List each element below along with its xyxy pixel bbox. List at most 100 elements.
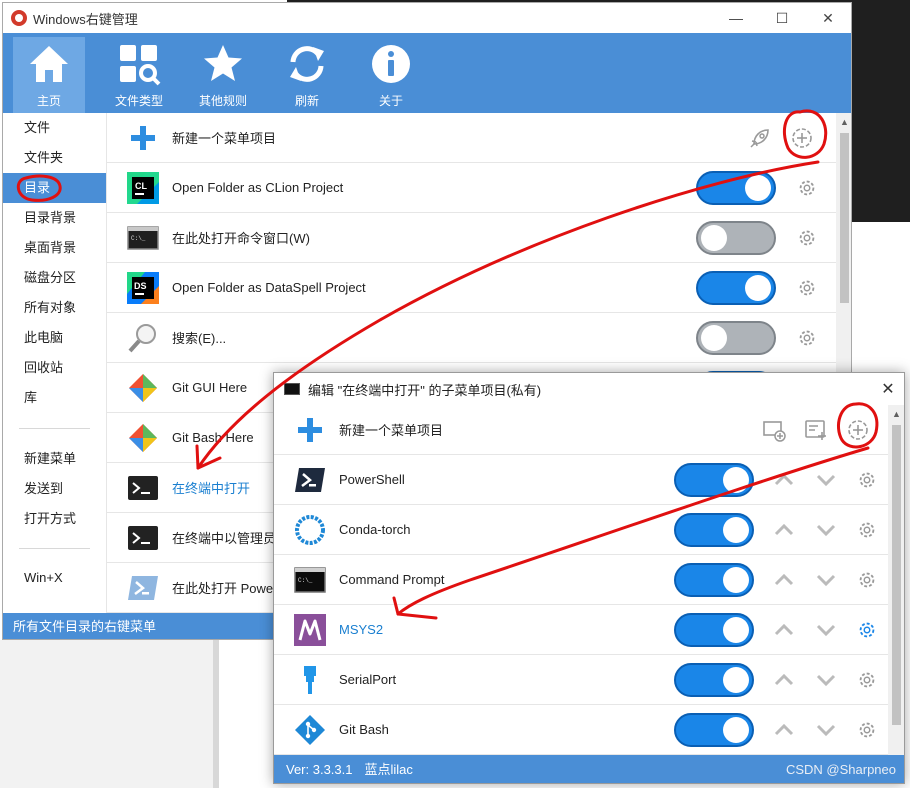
move-down-icon[interactable] [814, 669, 838, 691]
gear-icon[interactable] [856, 719, 878, 741]
minimize-button[interactable]: — [713, 3, 759, 33]
gear-icon[interactable] [796, 277, 818, 299]
desktop-divider [213, 640, 219, 788]
sidebar-item-recycle-bin[interactable]: 回收站 [3, 353, 106, 383]
toggle-knob [723, 567, 749, 593]
menu-item-toggle[interactable] [696, 171, 776, 205]
menu-item-label: 在终端中打开 [172, 481, 251, 496]
move-up-icon[interactable] [772, 469, 796, 491]
sidebar-item-new-menu[interactable]: 新建菜单 [3, 444, 106, 474]
gear-icon[interactable] [856, 569, 878, 591]
move-down-icon[interactable] [814, 519, 838, 541]
add-list-icon[interactable] [804, 418, 828, 442]
cmd-window-icon [284, 383, 300, 395]
sidebar-item-send-to[interactable]: 发送到 [3, 474, 106, 504]
sidebar-item-library[interactable]: 库 [3, 383, 106, 413]
sidebar-item-drive[interactable]: 磁盘分区 [3, 263, 106, 293]
home-icon [30, 46, 68, 82]
scroll-thumb[interactable] [892, 425, 901, 725]
toolbar-file-types-button[interactable]: 文件类型 [97, 37, 181, 113]
sidebar-item-directory[interactable]: 目录 [3, 173, 106, 203]
dialog-close-button[interactable]: ✕ [872, 373, 904, 405]
scroll-up-arrow[interactable]: ▲ [888, 405, 904, 422]
main-toolbar: 主页 文件类型 其他规则 刷新 关于 [3, 33, 851, 113]
maximize-button[interactable]: ☐ [759, 3, 805, 33]
dialog-scrollbar[interactable]: ▲ [888, 405, 904, 755]
submenu-item-toggle[interactable] [674, 563, 754, 597]
gear-icon[interactable] [856, 619, 878, 641]
move-up-icon[interactable] [772, 669, 796, 691]
move-down-icon[interactable] [814, 569, 838, 591]
submenu-item-toggle[interactable] [674, 663, 754, 697]
sidebar-item-this-pc[interactable]: 此电脑 [3, 323, 106, 353]
move-down-icon[interactable] [814, 619, 838, 641]
gear-icon[interactable] [856, 669, 878, 691]
search-icon [127, 322, 159, 354]
menu-item-row[interactable]: C:\_ 在此处打开命令窗口(W) [107, 213, 836, 263]
submenu-item-row[interactable]: C:\_ Command Prompt [274, 555, 888, 605]
close-button[interactable]: ✕ [805, 3, 851, 33]
powershell-icon [294, 464, 326, 496]
add-submenu-icon[interactable] [846, 418, 870, 442]
new-menu-item-row[interactable]: 新建一个菜单项目 [274, 405, 888, 455]
submenu-item-row[interactable]: PowerShell [274, 455, 888, 505]
sidebar-item-all-objects[interactable]: 所有对象 [3, 293, 106, 323]
sidebar-item-open-with[interactable]: 打开方式 [3, 504, 106, 534]
submenu-item-toggle[interactable] [674, 713, 754, 747]
submenu-item-toggle[interactable] [674, 613, 754, 647]
add-icon [294, 414, 326, 446]
sidebar-item-folder[interactable]: 文件夹 [3, 143, 106, 173]
toggle-knob [745, 275, 771, 301]
move-up-icon[interactable] [772, 519, 796, 541]
submenu-item-label: Git Bash [339, 722, 389, 737]
toolbar-refresh-button[interactable]: 刷新 [265, 37, 349, 113]
sidebar-item-directory-background[interactable]: 目录背景 [3, 203, 106, 233]
menu-item-label: 在此处打开命令窗口(W) [172, 231, 310, 246]
gear-icon[interactable] [796, 327, 818, 349]
menu-item-toggle[interactable] [696, 221, 776, 255]
submenu-dialog: 编辑 "在终端中打开" 的子菜单项目(私有) ✕ 新建一个菜单项目 PowerS… [273, 372, 905, 784]
author-link[interactable]: 蓝点lilac [365, 755, 413, 783]
submenu-item-row[interactable]: Conda-torch [274, 505, 888, 555]
scroll-up-arrow[interactable]: ▲ [836, 113, 851, 130]
new-window-icon[interactable] [762, 418, 786, 442]
menu-item-row[interactable]: CL Open Folder as CLion Project [107, 163, 836, 213]
submenu-item-toggle[interactable] [674, 513, 754, 547]
toggle-knob [723, 617, 749, 643]
gear-icon[interactable] [796, 177, 818, 199]
toolbar-refresh-label: 刷新 [294, 94, 319, 108]
submenu-item-row[interactable]: Git Bash [274, 705, 888, 755]
menu-item-row[interactable]: 搜索(E)... [107, 313, 836, 363]
menu-item-toggle[interactable] [696, 271, 776, 305]
toolbar-about-button[interactable]: 关于 [349, 37, 433, 113]
terminal-icon [127, 472, 159, 504]
rocket-icon[interactable] [748, 126, 772, 150]
move-down-icon[interactable] [814, 719, 838, 741]
sidebar-item-desktop-background[interactable]: 桌面背景 [3, 233, 106, 263]
move-down-icon[interactable] [814, 469, 838, 491]
window-title: Windows右键管理 [33, 11, 138, 27]
submenu-item-label: Conda-torch [339, 522, 411, 537]
version-text: Ver: 3.3.3.1 [286, 762, 353, 777]
move-up-icon[interactable] [772, 569, 796, 591]
add-submenu-icon[interactable] [790, 126, 814, 150]
sidebar-item-file[interactable]: 文件 [3, 113, 106, 143]
sidebar-divider [19, 548, 90, 549]
submenu-item-toggle[interactable] [674, 463, 754, 497]
menu-item-toggle[interactable] [696, 321, 776, 355]
submenu-item-row[interactable]: SerialPort [274, 655, 888, 705]
sidebar-item-winx[interactable]: Win+X [3, 563, 106, 593]
menu-item-row[interactable]: DS Open Folder as DataSpell Project [107, 263, 836, 313]
toolbar-home-button[interactable]: 主页 [13, 37, 85, 113]
gear-icon[interactable] [796, 227, 818, 249]
move-up-icon[interactable] [772, 619, 796, 641]
toolbar-other-rules-button[interactable]: 其他规则 [181, 37, 265, 113]
svg-text:C:\_: C:\_ [131, 235, 146, 242]
scroll-thumb[interactable] [840, 133, 849, 303]
git-gui-icon [127, 372, 159, 404]
move-up-icon[interactable] [772, 719, 796, 741]
new-menu-item-row[interactable]: 新建一个菜单项目 [107, 113, 836, 163]
gear-icon[interactable] [856, 469, 878, 491]
gear-icon[interactable] [856, 519, 878, 541]
submenu-item-row[interactable]: MSYS2 [274, 605, 888, 655]
